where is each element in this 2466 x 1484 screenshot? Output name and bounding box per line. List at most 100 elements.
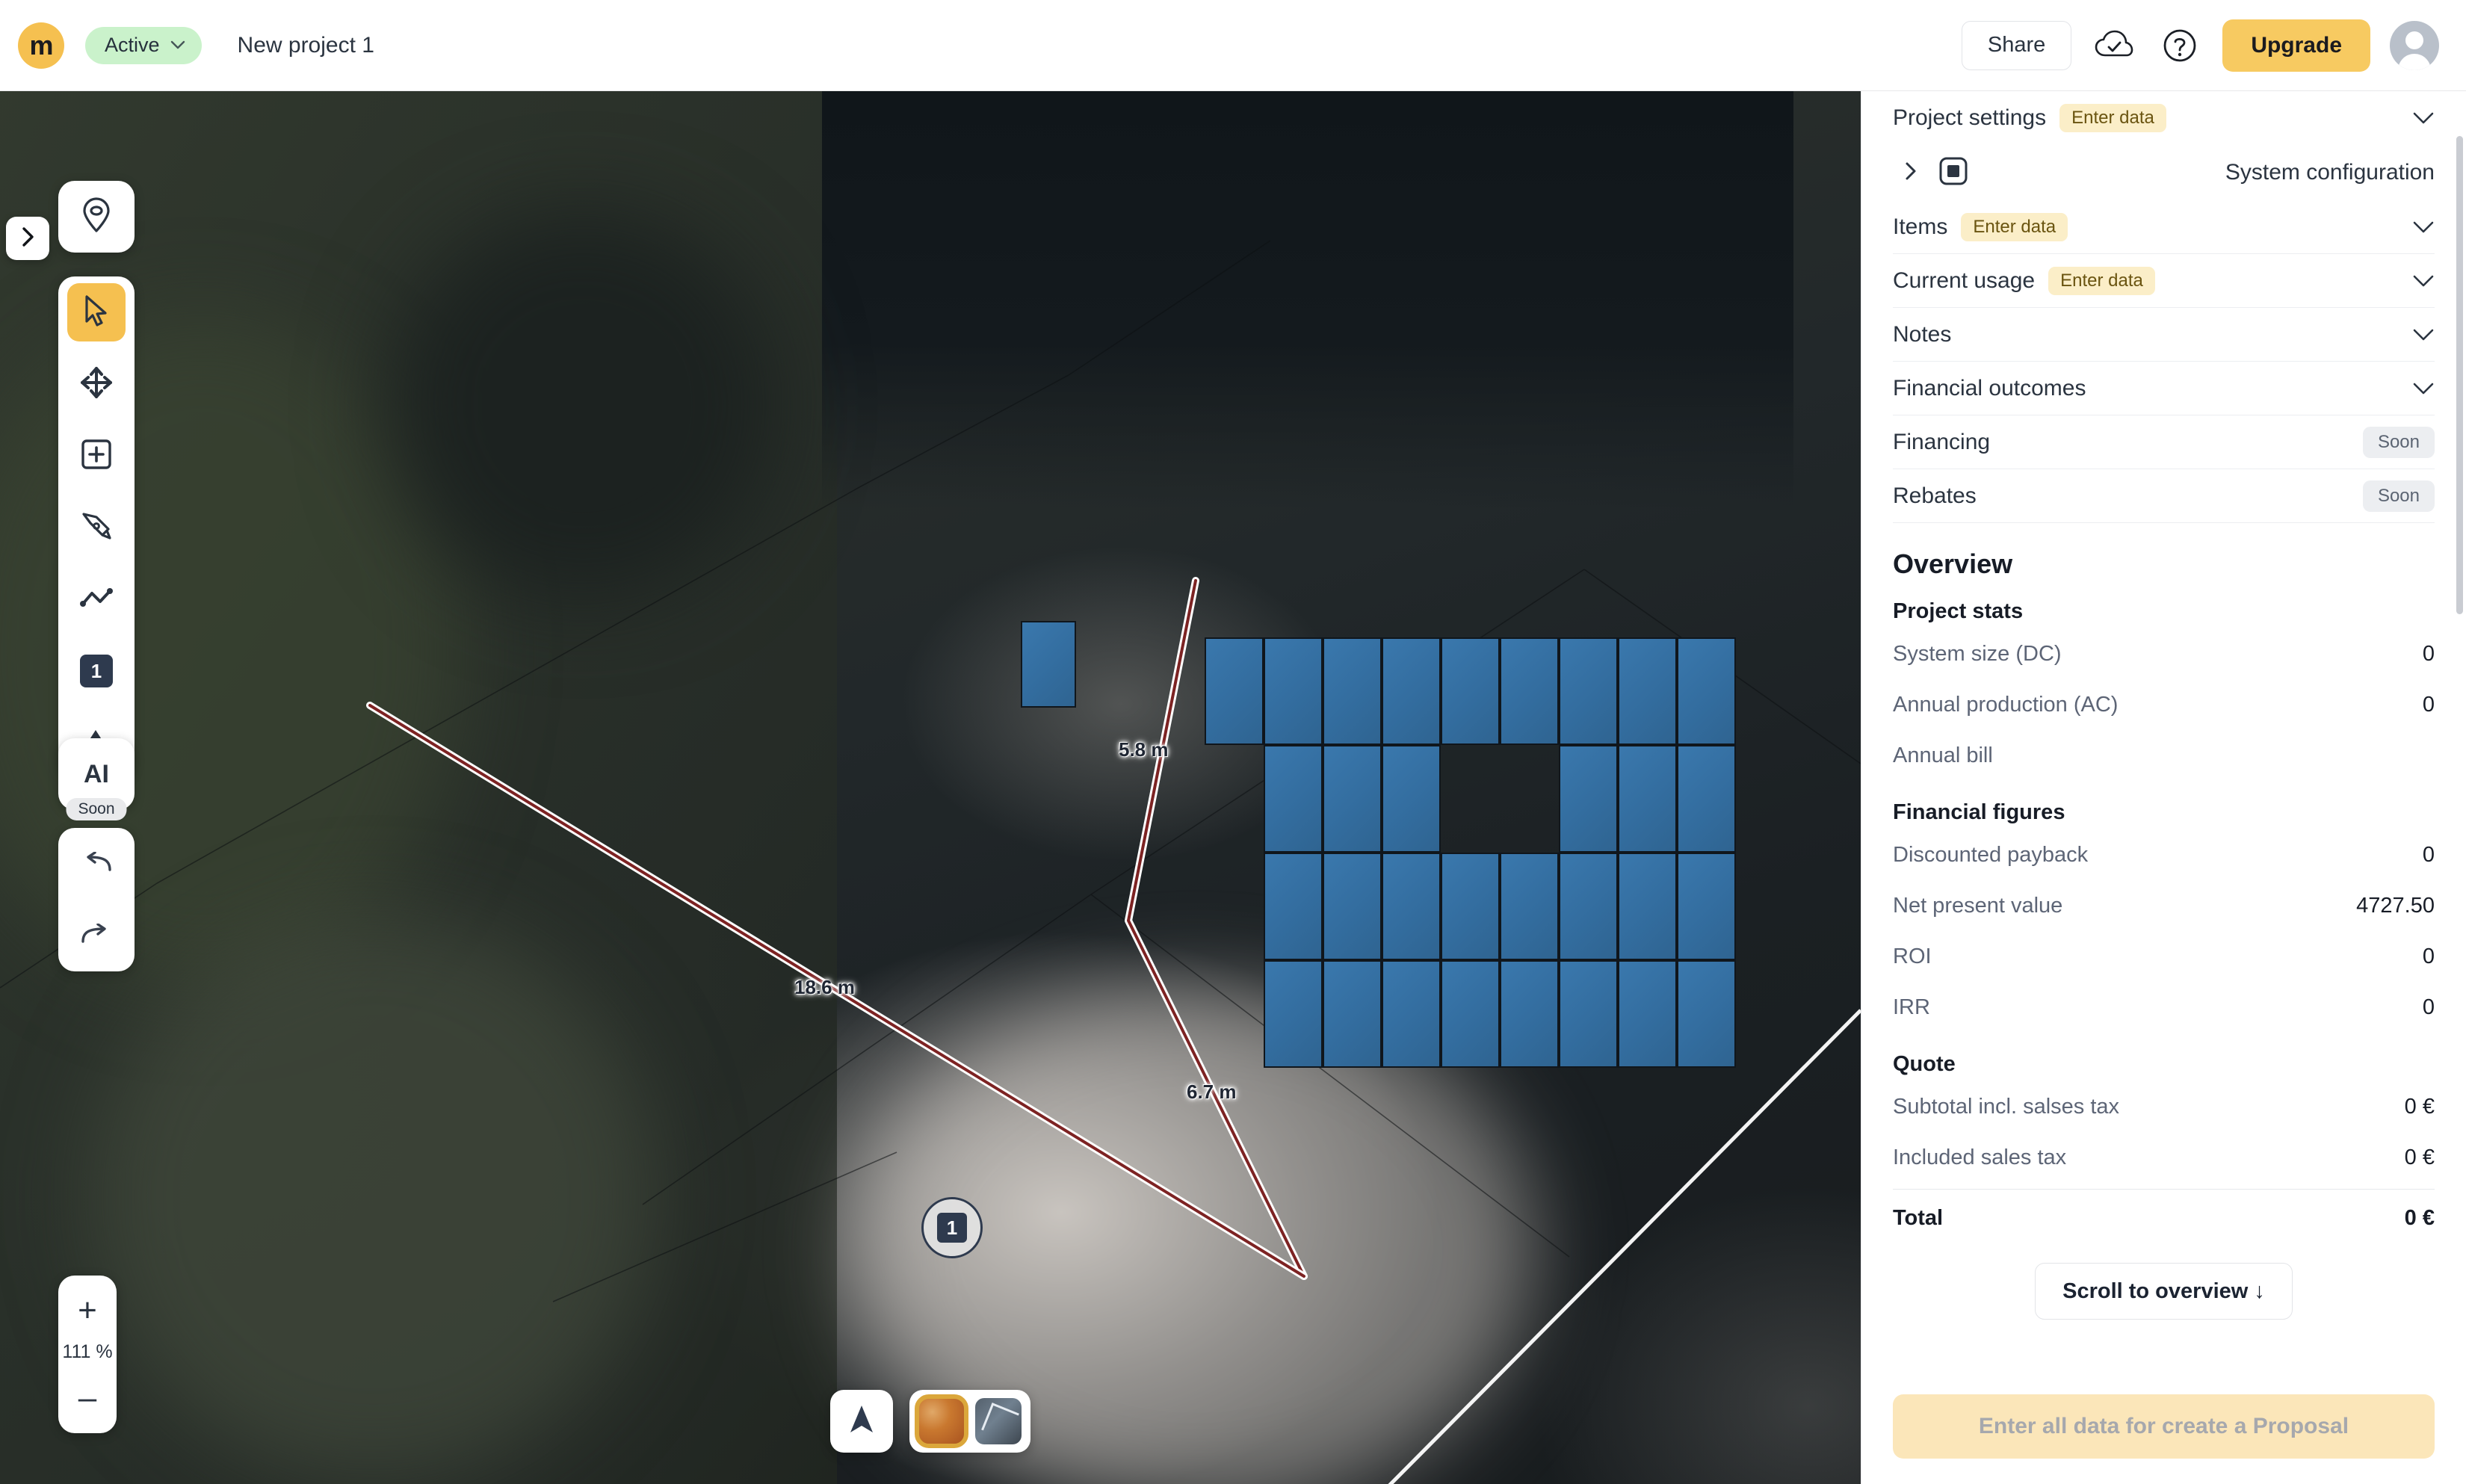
solar-panel[interactable] xyxy=(1323,960,1382,1068)
move-tool[interactable] xyxy=(67,355,126,413)
sidebar-section-rebates[interactable]: Rebates Soon xyxy=(1893,469,2435,523)
solar-panel[interactable] xyxy=(1677,637,1736,745)
stat-label: Annual production (AC) xyxy=(1893,692,2119,717)
redo-button[interactable] xyxy=(67,906,126,965)
line-tool[interactable] xyxy=(67,570,126,628)
solar-panel[interactable] xyxy=(1618,960,1677,1068)
cloud-check-icon[interactable] xyxy=(2091,22,2137,69)
enter-data-tag[interactable]: Enter data xyxy=(1961,212,2068,241)
map-canvas[interactable]: 5.8 m 18.6 m 6.7 m 1 1 AI Soon + 111 % – xyxy=(0,91,1861,1484)
stat-value: 0 xyxy=(2422,944,2435,968)
solar-panel[interactable] xyxy=(1382,960,1441,1068)
stat-value: 0 xyxy=(2422,641,2435,666)
pen-tool[interactable] xyxy=(67,498,126,557)
solar-panel[interactable] xyxy=(1205,637,1264,745)
add-area-tool[interactable] xyxy=(67,427,126,485)
help-circle-icon[interactable] xyxy=(2157,22,2203,69)
sidebar-section-current-usage[interactable]: Current usage Enter data xyxy=(1893,254,2435,308)
sidebar-section-financing[interactable]: Financing Soon xyxy=(1893,415,2435,469)
quote-total-label: Total xyxy=(1893,1205,1944,1230)
sidebar-section-project-settings[interactable]: Project settings Enter data xyxy=(1893,91,2435,145)
solar-panel[interactable] xyxy=(1264,960,1323,1068)
avatar[interactable] xyxy=(2390,20,2439,70)
solar-panel[interactable] xyxy=(1323,853,1382,960)
solar-panel[interactable] xyxy=(1382,637,1441,745)
map-bottom-controls xyxy=(830,1390,1030,1453)
zoom-in-button[interactable]: + xyxy=(58,1283,117,1338)
roof-marker-1[interactable]: 1 xyxy=(921,1197,983,1258)
chevron-down-icon[interactable] xyxy=(2412,111,2435,125)
location-pin-tool[interactable] xyxy=(67,188,126,246)
zoom-level-value: 111 % xyxy=(62,1341,113,1362)
solar-panel[interactable] xyxy=(1677,853,1736,960)
scroll-to-overview-button[interactable]: Scroll to overview ↓ xyxy=(2035,1263,2293,1320)
app-logo[interactable]: m xyxy=(18,22,64,69)
sidebar-scrollbar[interactable] xyxy=(2456,136,2463,614)
solar-panel[interactable] xyxy=(1264,853,1323,960)
undo-button[interactable] xyxy=(67,835,126,893)
financial-figures-heading: Financial figures xyxy=(1893,800,2065,824)
solar-panel[interactable] xyxy=(1677,960,1736,1068)
select-tool[interactable] xyxy=(67,283,126,341)
overview-heading: Overview xyxy=(1893,548,2013,579)
basemap-satellite[interactable] xyxy=(915,1394,968,1448)
solar-panel[interactable] xyxy=(1441,637,1500,745)
sidebar-section-notes[interactable]: Notes xyxy=(1893,308,2435,362)
pen-nib-icon xyxy=(80,510,113,546)
upgrade-button[interactable]: Upgrade xyxy=(2222,19,2370,72)
stat-value: 0 xyxy=(2422,692,2435,717)
project-status-dropdown[interactable]: Active xyxy=(85,26,202,64)
chevron-right-icon xyxy=(20,226,35,251)
app-body: 5.8 m 18.6 m 6.7 m 1 1 AI Soon + 111 % –… xyxy=(0,91,2466,1484)
toolbar-ai-group: AI Soon xyxy=(58,738,135,820)
solar-panel[interactable] xyxy=(1618,637,1677,745)
solar-panel[interactable] xyxy=(1264,745,1323,853)
move-arrows-icon xyxy=(80,366,113,403)
solar-panel[interactable] xyxy=(1264,637,1323,745)
solar-panel[interactable] xyxy=(1559,853,1618,960)
solar-panel[interactable] xyxy=(1500,637,1559,745)
solar-panel[interactable] xyxy=(1618,745,1677,853)
solar-panel[interactable] xyxy=(1382,853,1441,960)
enter-data-tag[interactable]: Enter data xyxy=(2048,266,2155,295)
solar-panel[interactable] xyxy=(1559,745,1618,853)
chevron-down-icon[interactable] xyxy=(2412,220,2435,234)
solar-panel[interactable] xyxy=(1441,960,1500,1068)
measurement-label: 18.6 m xyxy=(794,976,855,998)
sidebar-section-title: Financing xyxy=(1893,429,1991,454)
create-proposal-button[interactable]: Enter all data for create a Proposal xyxy=(1893,1394,2435,1459)
solar-panel[interactable] xyxy=(1500,853,1559,960)
solar-panel[interactable] xyxy=(1500,960,1559,1068)
ai-tool[interactable]: AI xyxy=(67,745,126,803)
basemap-3d[interactable] xyxy=(975,1398,1022,1444)
compass-button[interactable] xyxy=(830,1390,893,1453)
solar-panel[interactable] xyxy=(1618,853,1677,960)
system-configuration-row[interactable]: System configuration xyxy=(1893,145,2435,200)
solar-panel[interactable] xyxy=(1323,745,1382,853)
chevron-down-icon[interactable] xyxy=(2412,328,2435,341)
map-shadow-layer xyxy=(822,91,1793,510)
page-title[interactable]: New project 1 xyxy=(238,33,374,58)
chevron-down-icon[interactable] xyxy=(2412,382,2435,395)
zoom-out-button[interactable]: – xyxy=(58,1370,117,1426)
sidebar-section-title: Notes xyxy=(1893,321,1952,347)
chevron-right-icon[interactable] xyxy=(1905,161,1917,185)
expand-left-sidebar-button[interactable] xyxy=(6,217,49,260)
solar-panel[interactable] xyxy=(1559,637,1618,745)
roof-number-tool[interactable]: 1 xyxy=(67,642,126,700)
share-button[interactable]: Share xyxy=(1961,20,2072,70)
solar-panel[interactable] xyxy=(1677,745,1736,853)
sidebar-section-financial-outcomes[interactable]: Financial outcomes xyxy=(1893,362,2435,415)
solar-panel[interactable] xyxy=(1021,621,1076,708)
redo-arrow-icon xyxy=(79,922,114,948)
measurement-label: 5.8 m xyxy=(1119,738,1169,761)
solar-panel[interactable] xyxy=(1441,853,1500,960)
ai-label: AI xyxy=(84,759,109,788)
enter-data-tag[interactable]: Enter data xyxy=(2059,104,2166,132)
polyline-icon xyxy=(79,587,114,613)
solar-panel[interactable] xyxy=(1382,745,1441,853)
sidebar-section-items[interactable]: Items Enter data xyxy=(1893,200,2435,254)
solar-panel[interactable] xyxy=(1323,637,1382,745)
chevron-down-icon[interactable] xyxy=(2412,274,2435,288)
solar-panel[interactable] xyxy=(1559,960,1618,1068)
